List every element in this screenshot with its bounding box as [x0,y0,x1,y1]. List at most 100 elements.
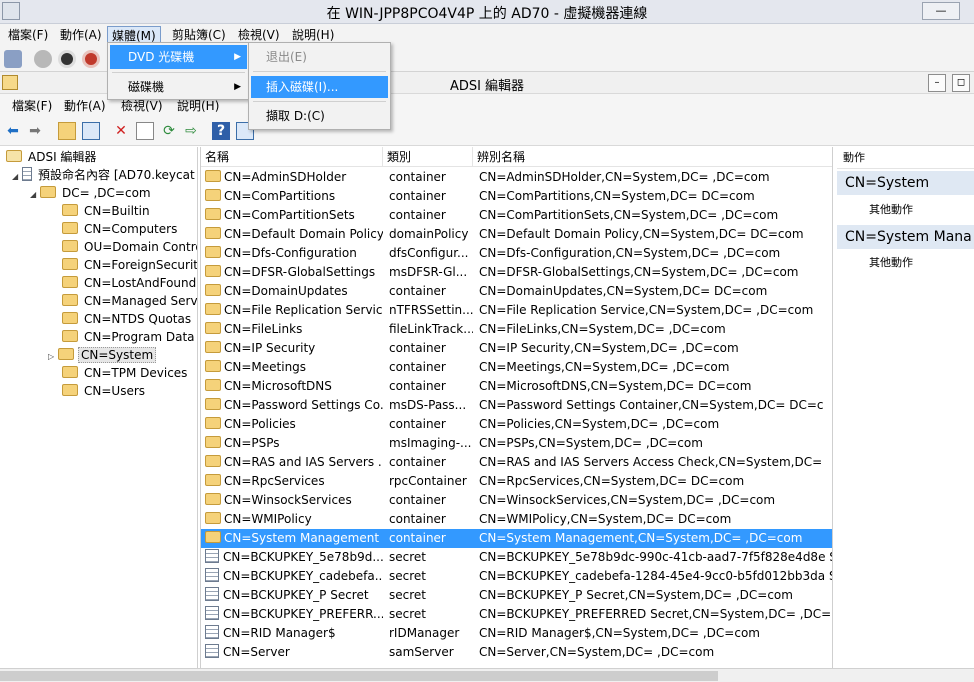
menu-item-dvd-drive[interactable]: DVD 光碟機 ▶ [110,45,247,69]
list-cell-name: CN=RID Manager$ [205,624,383,643]
list-row[interactable]: CN=BCKUPKEY_PREFERR... secret CN=BCKUPKEY_… [201,605,832,624]
list-cell-class: container [389,455,446,469]
tree-item-managed-service[interactable]: CN=Managed Serv [62,292,197,310]
list-cell-class: secret [389,588,426,602]
object-icon [205,587,219,601]
list-cell-dn: CN=IP Security,CN=System,DC= ,DC=com [479,341,739,355]
delete-icon[interactable]: ✕ [112,122,130,140]
horizontal-scrollbar[interactable] [0,668,974,682]
list-row[interactable]: CN=Policies container CN=Policies,CN=Syste… [201,415,832,434]
list-row[interactable]: CN=BCKUPKEY_P Secret secret CN=BCKUPKEY_P … [201,586,832,605]
more-actions-link[interactable]: 其他動作 [869,201,913,217]
tree-item-computers[interactable]: CN=Computers [62,220,179,238]
list-header: 名稱 類別 辨別名稱 [201,147,832,167]
menu-item-insert-disk[interactable]: 插入磁碟(I)... [251,76,388,98]
list-row[interactable]: CN=Password Settings Co... msDS-Pass... CN… [201,396,832,415]
list-row[interactable]: CN=Default Domain Policy domainPolicy CN=D… [201,225,832,244]
vm-minimize-button[interactable]: — [922,2,960,20]
list-row[interactable]: CN=File Replication Service nTFRSSettin..… [201,301,832,320]
tree-domain[interactable]: ◢ DC= ,DC=com [30,184,153,202]
folder-icon [205,341,221,353]
list-row[interactable]: CN=AdminSDHolder container CN=AdminSDHolde… [201,168,832,187]
vm-menu-file[interactable]: 檔案(F) [4,26,52,44]
more-actions-link[interactable]: 其他動作 [869,254,913,270]
list-row[interactable]: CN=IP Security container CN=IP Security,CN… [201,339,832,358]
list-row[interactable]: CN=Dfs-Configuration dfsConfigur... CN=Dfs… [201,244,832,263]
turn-off-icon[interactable] [58,50,76,68]
list-row[interactable]: CN=PSPs msImaging-... CN=PSPs,CN=System,DC… [201,434,832,453]
list-cell-dn: CN=Password Settings Container,CN=System… [479,398,824,412]
vm-menu-action[interactable]: 動作(A) [56,26,106,44]
collapse-icon[interactable]: ◢ [12,168,22,186]
list-cell-class: container [389,170,446,184]
folder-icon [62,276,78,288]
list-row[interactable]: CN=FileLinks fileLinkTrack... CN=FileLinks… [201,320,832,339]
menu-item-capture-d[interactable]: 擷取 D:(C) [251,105,388,127]
list-row[interactable]: CN=ComPartitionSets container CN=ComPartit… [201,206,832,225]
column-header-dn[interactable]: 辨別名稱 [473,147,832,167]
ctrl-alt-del-icon[interactable] [4,50,22,68]
list-cell-class: container [389,360,446,374]
tree-item-program-data[interactable]: CN=Program Data [62,328,197,346]
back-icon[interactable]: ⬅ [4,122,22,140]
start-icon[interactable] [34,50,52,68]
list-cell-dn: CN=BCKUPKEY_cadebefa-1284-45e4-9cc0-b5fd… [479,569,833,583]
forward-icon[interactable]: ➡ [26,122,44,140]
list-cell-class: container [389,284,446,298]
adsi-menu-action[interactable]: 動作(A) [64,97,106,115]
folder-icon [205,360,221,372]
help-icon[interactable]: ? [212,122,230,140]
actions-section-system[interactable]: CN=System [837,171,974,195]
list-row[interactable]: CN=System Management container CN=System M… [201,529,832,548]
list-cell-class: container [389,208,446,222]
column-header-name[interactable]: 名稱 [201,147,383,167]
column-header-class[interactable]: 類別 [383,147,473,167]
tree-item-builtin[interactable]: CN=Builtin [62,202,152,220]
collapse-icon[interactable]: ◢ [30,186,40,204]
list-cell-name: CN=Dfs-Configuration [205,244,383,263]
list-row[interactable]: CN=DomainUpdates container CN=DomainUpdate… [201,282,832,301]
list-row[interactable]: CN=RpcServices rpcContainer CN=RpcServices… [201,472,832,491]
shutdown-icon[interactable] [82,50,100,68]
list-row[interactable]: CN=WMIPolicy container CN=WMIPolicy,CN=Sys… [201,510,832,529]
list-row[interactable]: CN=BCKUPKEY_cadebefa... secret CN=BCKUPKEY… [201,567,833,586]
tree-item-tpm-devices[interactable]: CN=TPM Devices [62,364,189,382]
adsi-restore-button[interactable]: ◻ [952,74,970,92]
list-row[interactable]: CN=Meetings container CN=Meetings,CN=Syste… [201,358,832,377]
tree-item-ntds-quotas[interactable]: CN=NTDS Quotas [62,310,193,328]
list-row[interactable]: CN=RID Manager$ rIDManager CN=RID Manager$… [201,624,832,643]
adsi-minimize-button[interactable]: – [928,74,946,92]
tree-item-system[interactable]: ▷ CN=System [48,346,157,366]
list-cell-class: secret [389,569,426,583]
folder-icon [205,417,221,429]
properties-icon[interactable] [136,122,154,140]
tree-item-lost-and-found[interactable]: CN=LostAndFound [62,274,197,292]
export-list-icon[interactable]: ⇨ [182,122,200,140]
tree-item-domain-controllers[interactable]: OU=Domain Contro [62,238,197,256]
menu-item-disk-drive[interactable]: 磁碟機 ▶ [110,75,247,99]
up-folder-icon[interactable] [58,122,76,140]
expand-icon[interactable]: ▷ [48,348,58,366]
list-row[interactable]: CN=WinsockServices container CN=WinsockSer… [201,491,832,510]
list-cell-class: nTFRSSettin... [389,303,473,317]
list-row[interactable]: CN=Server samServer CN=Server,CN=System,DC… [201,643,832,662]
tree-item-users[interactable]: CN=Users [62,382,147,400]
list-row[interactable]: CN=MicrosoftDNS container CN=MicrosoftDNS,… [201,377,832,396]
menu-item-eject[interactable]: 退出(E) [251,46,388,68]
refresh-icon[interactable]: ⟳ [160,122,178,140]
list-cell-class: container [389,189,446,203]
list-row[interactable]: CN=ComPartitions container CN=ComPartition… [201,187,832,206]
actions-section-system-management[interactable]: CN=System Mana [837,225,974,249]
list-row[interactable]: CN=BCKUPKEY_5e78b9d... secret CN=BCKUPKEY_… [201,548,832,567]
list-cell-name: CN=FileLinks [205,320,383,339]
scrollbar-thumb[interactable] [0,671,718,681]
tree-item-foreign-security[interactable]: CN=ForeignSecurity [62,256,197,274]
list-cell-name: CN=ComPartitionSets [205,206,383,225]
list-row[interactable]: CN=DFSR-GlobalSettings msDFSR-Gl... CN=DFS… [201,263,832,282]
tree-root[interactable]: ADSI 編輯器 [6,148,98,166]
show-hide-tree-icon[interactable] [82,122,100,140]
list-cell-class: fileLinkTrack... [389,322,473,336]
list-row[interactable]: CN=RAS and IAS Servers ... container CN=RA… [201,453,832,472]
tree-naming-context[interactable]: ◢ 預設命名內容 [AD70.keycat [12,166,197,184]
adsi-menu-file[interactable]: 檔案(F) [12,97,52,115]
